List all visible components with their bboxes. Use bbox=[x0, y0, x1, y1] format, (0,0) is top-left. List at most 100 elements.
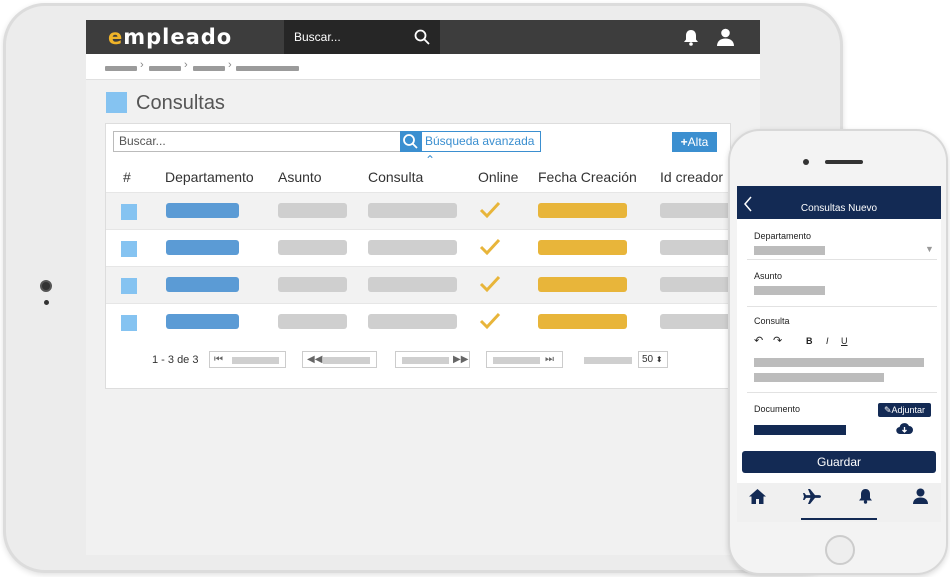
next-page-label bbox=[402, 357, 449, 364]
breadcrumb-item[interactable] bbox=[236, 66, 299, 71]
column-header-consulta[interactable]: Consulta bbox=[368, 169, 423, 185]
cell-consulta bbox=[368, 240, 457, 255]
breadcrumb-item[interactable] bbox=[105, 66, 137, 71]
phone-camera bbox=[803, 159, 809, 165]
divider bbox=[747, 392, 937, 393]
cell-consulta bbox=[368, 203, 457, 218]
row-checkbox[interactable] bbox=[121, 204, 137, 220]
cell-fecha-creacion bbox=[538, 203, 627, 218]
cell-departamento bbox=[166, 277, 239, 292]
table-row[interactable] bbox=[106, 303, 732, 340]
query-text-line[interactable] bbox=[754, 358, 924, 367]
tablet-camera bbox=[40, 280, 52, 292]
advanced-search-toggle[interactable]: Búsqueda avanzada ⌃ bbox=[421, 131, 541, 167]
department-label: Departamento bbox=[754, 231, 812, 241]
table-row[interactable] bbox=[106, 266, 732, 303]
cell-fecha-creacion bbox=[538, 277, 627, 292]
previous-page-button[interactable]: ◀◀ bbox=[302, 351, 377, 368]
page-size-select[interactable]: 50 ⬍ bbox=[638, 351, 668, 368]
chevron-up-icon: ⌃ bbox=[425, 153, 436, 167]
next-page-button[interactable]: ▶▶ bbox=[395, 351, 470, 368]
breadcrumb: › › › bbox=[86, 54, 760, 80]
table-row[interactable] bbox=[106, 229, 732, 266]
check-icon bbox=[479, 238, 501, 256]
user-icon[interactable] bbox=[717, 28, 734, 46]
row-checkbox[interactable] bbox=[121, 241, 137, 257]
cell-departamento bbox=[166, 240, 239, 255]
column-header-departamento[interactable]: Departamento bbox=[165, 169, 254, 185]
cell-id-creador bbox=[660, 203, 732, 218]
dropdown-caret-icon[interactable]: ▼ bbox=[925, 244, 934, 254]
top-bar: empleado Buscar... bbox=[86, 20, 760, 54]
header-search-input[interactable]: Buscar... bbox=[284, 20, 440, 54]
cell-asunto bbox=[278, 240, 347, 255]
check-icon bbox=[479, 201, 501, 219]
table-row[interactable] bbox=[106, 192, 732, 229]
table-search-input[interactable]: Buscar... bbox=[113, 131, 401, 152]
column-header-number[interactable]: # bbox=[123, 169, 131, 185]
page-size-label bbox=[584, 357, 632, 364]
department-select-value[interactable] bbox=[754, 246, 825, 255]
header-search-placeholder: Buscar... bbox=[294, 30, 341, 44]
redo-icon[interactable]: ↷ bbox=[773, 334, 782, 347]
cell-id-creador bbox=[660, 240, 732, 255]
paperclip-icon: ✎ bbox=[883, 405, 892, 415]
cell-asunto bbox=[278, 203, 347, 218]
cell-fecha-creacion bbox=[538, 240, 627, 255]
phone-speaker bbox=[825, 160, 863, 164]
page-title: Consultas bbox=[136, 92, 225, 114]
table-search-button[interactable] bbox=[400, 131, 421, 152]
pagination-range: 1 - 3 de 3 bbox=[152, 354, 199, 366]
divider bbox=[747, 306, 937, 307]
phone-screen: Consultas Nuevo Departamento ▼ Asunto Co… bbox=[737, 186, 941, 522]
last-page-icon: ⏭ bbox=[545, 354, 554, 365]
cell-consulta bbox=[368, 277, 457, 292]
bold-button[interactable]: B bbox=[806, 336, 813, 346]
bell-icon[interactable] bbox=[683, 29, 699, 46]
query-label: Consulta bbox=[754, 316, 790, 326]
home-icon[interactable] bbox=[749, 489, 766, 504]
app-logo[interactable]: empleado bbox=[108, 25, 232, 49]
breadcrumb-item[interactable] bbox=[193, 66, 225, 71]
next-page-icon: ▶▶ bbox=[453, 354, 469, 365]
user-icon[interactable] bbox=[913, 488, 928, 504]
subject-input[interactable] bbox=[754, 286, 825, 295]
breadcrumb-separator: › bbox=[140, 59, 144, 71]
add-consulta-button[interactable]: +Alta bbox=[672, 132, 717, 152]
page-title-icon bbox=[106, 92, 127, 113]
row-checkbox[interactable] bbox=[121, 278, 137, 294]
previous-page-label bbox=[323, 357, 370, 364]
save-button[interactable]: Guardar bbox=[742, 451, 936, 473]
query-text-line[interactable] bbox=[754, 373, 884, 382]
row-checkbox[interactable] bbox=[121, 315, 137, 331]
bell-icon[interactable] bbox=[858, 488, 873, 504]
column-header-asunto[interactable]: Asunto bbox=[278, 169, 322, 185]
attach-button[interactable]: ✎Adjuntar bbox=[878, 403, 931, 417]
cloud-download-icon[interactable] bbox=[896, 422, 913, 435]
tablet-sensor bbox=[44, 300, 49, 305]
underline-button[interactable]: U bbox=[841, 336, 848, 346]
airplane-icon[interactable] bbox=[802, 489, 821, 504]
back-arrow-icon[interactable] bbox=[743, 196, 753, 212]
column-header-online[interactable]: Online bbox=[478, 169, 518, 185]
undo-icon[interactable]: ↶ bbox=[754, 334, 763, 347]
mobile-bottom-nav bbox=[737, 483, 941, 522]
mobile-header: Consultas Nuevo bbox=[737, 186, 941, 219]
document-file-bar bbox=[754, 425, 846, 435]
column-header-fecha-creacion[interactable]: Fecha Creación bbox=[538, 169, 637, 185]
first-page-button[interactable]: ⏮ bbox=[209, 351, 286, 368]
search-icon[interactable] bbox=[414, 29, 430, 45]
check-icon bbox=[479, 275, 501, 293]
cell-id-creador bbox=[660, 277, 732, 292]
breadcrumb-item[interactable] bbox=[149, 66, 181, 71]
cell-asunto bbox=[278, 277, 347, 292]
last-page-button[interactable]: ⏭ bbox=[486, 351, 563, 368]
breadcrumb-separator: › bbox=[184, 59, 188, 71]
check-icon bbox=[479, 312, 501, 330]
column-header-id-creador[interactable]: Id creador bbox=[660, 169, 723, 185]
italic-button[interactable]: I bbox=[826, 336, 829, 346]
first-page-icon: ⏮ bbox=[214, 354, 223, 365]
phone-home-button[interactable] bbox=[825, 535, 855, 565]
divider bbox=[747, 259, 937, 260]
breadcrumb-separator: › bbox=[228, 59, 232, 71]
